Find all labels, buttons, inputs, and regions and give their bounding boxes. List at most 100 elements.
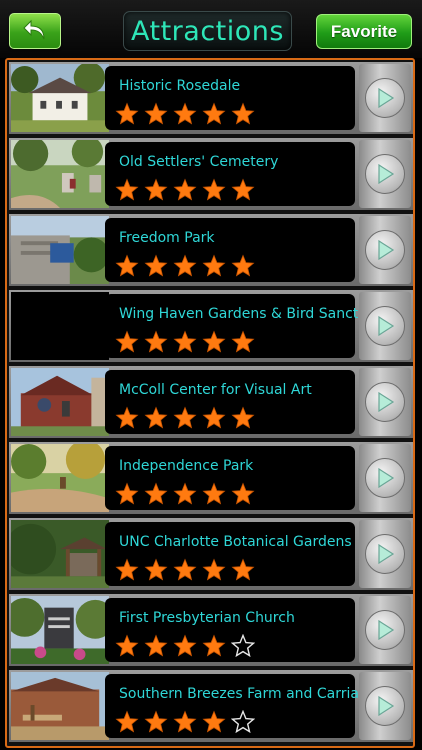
play-arrow-icon <box>378 695 395 717</box>
attraction-info-panel: McColl Center for Visual Art <box>105 370 355 434</box>
star-filled-icon <box>202 710 226 733</box>
star-filled-icon <box>173 558 197 581</box>
play-arrow-icon <box>378 163 395 185</box>
star-filled-icon <box>231 178 255 201</box>
play-arrow-icon <box>378 239 395 261</box>
star-filled-icon <box>202 330 226 353</box>
star-filled-icon <box>173 330 197 353</box>
top-bar: Attractions Favorite <box>0 0 422 58</box>
go-circle <box>365 78 405 118</box>
open-detail-button[interactable] <box>359 368 411 436</box>
open-detail-button[interactable] <box>359 64 411 132</box>
attraction-thumbnail <box>11 292 109 360</box>
play-arrow-icon <box>378 467 395 489</box>
list-item[interactable]: UNC Charlotte Botanical Gardens <box>9 518 413 590</box>
play-arrow-icon <box>378 619 395 641</box>
star-filled-icon <box>202 558 226 581</box>
star-filled-icon <box>231 330 255 353</box>
attraction-info-panel: Independence Park <box>105 446 355 510</box>
rating-stars <box>115 406 255 430</box>
page-title: Attractions <box>123 11 292 51</box>
star-filled-icon <box>144 482 168 505</box>
attraction-info-panel: Historic Rosedale <box>105 66 355 130</box>
attraction-info-panel: Freedom Park <box>105 218 355 282</box>
star-filled-icon <box>231 406 255 429</box>
back-button[interactable] <box>9 13 61 49</box>
star-filled-icon <box>144 102 168 125</box>
attraction-info-panel: Old Settlers' Cemetery <box>105 142 355 206</box>
play-arrow-icon <box>378 391 395 413</box>
star-filled-icon <box>173 102 197 125</box>
star-filled-icon <box>115 634 139 657</box>
star-filled-icon <box>202 406 226 429</box>
open-detail-button[interactable] <box>359 292 411 360</box>
list-item[interactable]: Freedom Park <box>9 214 413 286</box>
play-arrow-icon <box>378 87 395 109</box>
star-filled-icon <box>115 406 139 429</box>
attraction-thumbnail <box>11 140 109 208</box>
star-filled-icon <box>173 406 197 429</box>
star-filled-icon <box>144 254 168 277</box>
open-detail-button[interactable] <box>359 216 411 284</box>
star-filled-icon <box>202 178 226 201</box>
attraction-thumbnail <box>11 64 109 132</box>
star-filled-icon <box>202 634 226 657</box>
rating-stars <box>115 330 255 354</box>
star-filled-icon <box>144 558 168 581</box>
star-empty-icon <box>231 634 255 658</box>
star-filled-icon <box>173 710 197 733</box>
attraction-thumbnail <box>11 216 109 284</box>
star-filled-icon <box>115 330 139 353</box>
attraction-thumbnail <box>11 444 109 512</box>
star-filled-icon <box>144 634 168 657</box>
attraction-thumbnail <box>11 596 109 664</box>
go-circle <box>365 534 405 574</box>
rating-stars <box>115 634 255 658</box>
list-item[interactable]: Wing Haven Gardens & Bird Sanctuary <box>9 290 413 362</box>
go-circle <box>365 686 405 726</box>
attractions-list: Historic Rosedale Old Settlers' Cemetery F… <box>5 58 415 748</box>
star-filled-icon <box>231 254 255 277</box>
star-filled-icon <box>115 178 139 201</box>
open-detail-button[interactable] <box>359 444 411 512</box>
rating-stars <box>115 102 255 126</box>
list-item[interactable]: Independence Park <box>9 442 413 514</box>
rating-stars <box>115 482 255 506</box>
favorite-button[interactable]: Favorite <box>316 14 412 49</box>
attraction-thumbnail <box>11 368 109 436</box>
open-detail-button[interactable] <box>359 672 411 740</box>
star-filled-icon <box>115 102 139 125</box>
star-filled-icon <box>115 482 139 505</box>
star-filled-icon <box>144 330 168 353</box>
list-item[interactable]: Historic Rosedale <box>9 62 413 134</box>
attraction-thumbnail <box>11 520 109 588</box>
rating-stars <box>115 254 255 278</box>
open-detail-button[interactable] <box>359 520 411 588</box>
list-item[interactable]: First Presbyterian Church <box>9 594 413 666</box>
attraction-info-panel: First Presbyterian Church <box>105 598 355 662</box>
star-filled-icon <box>173 482 197 505</box>
star-filled-icon <box>144 178 168 201</box>
play-arrow-icon <box>378 315 395 337</box>
star-filled-icon <box>173 178 197 201</box>
star-filled-icon <box>115 710 139 733</box>
open-detail-button[interactable] <box>359 140 411 208</box>
play-arrow-icon <box>378 543 395 565</box>
list-item[interactable]: McColl Center for Visual Art <box>9 366 413 438</box>
star-filled-icon <box>115 254 139 277</box>
star-filled-icon <box>202 482 226 505</box>
open-detail-button[interactable] <box>359 596 411 664</box>
star-filled-icon <box>144 710 168 733</box>
attraction-thumbnail <box>11 672 109 740</box>
rating-stars <box>115 178 255 202</box>
star-filled-icon <box>202 102 226 125</box>
attraction-info-panel: UNC Charlotte Botanical Gardens <box>105 522 355 586</box>
go-circle <box>365 610 405 650</box>
go-circle <box>365 230 405 270</box>
list-item[interactable]: Southern Breezes Farm and Carriages <box>9 670 413 742</box>
star-filled-icon <box>144 406 168 429</box>
go-circle <box>365 306 405 346</box>
list-item[interactable]: Old Settlers' Cemetery <box>9 138 413 210</box>
go-circle <box>365 458 405 498</box>
attraction-info-panel: Southern Breezes Farm and Carriages <box>105 674 384 738</box>
